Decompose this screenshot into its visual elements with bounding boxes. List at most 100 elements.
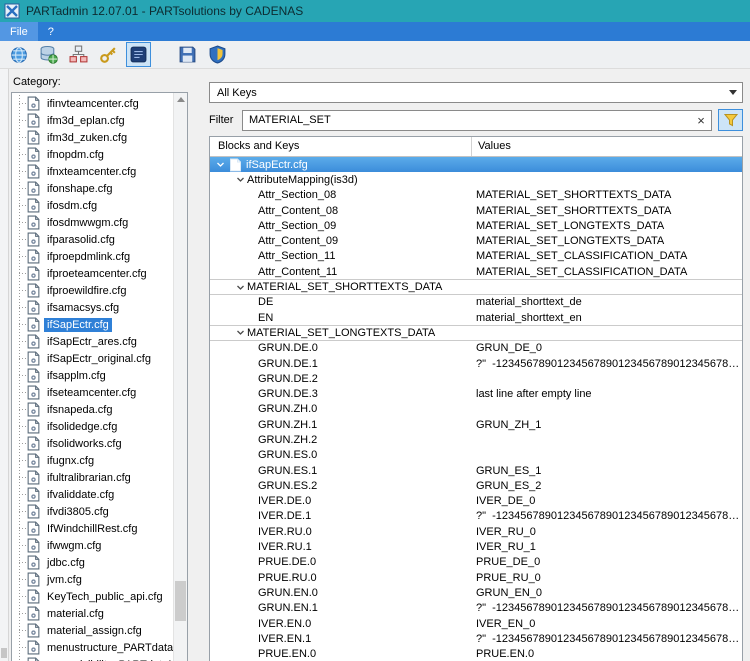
splitter-grip[interactable] [1,648,7,658]
category-item[interactable]: ifproepdmlink.cfg [12,248,173,265]
category-item[interactable]: ifsamacsys.cfg [12,299,173,316]
category-item[interactable]: KeyTech_public_api.cfg [12,588,173,605]
catalog-update-button[interactable] [66,42,91,67]
database-globe-button[interactable] [36,42,61,67]
table-row-key[interactable]: Attr_Content_09 MATERIAL_SET_LONGTEXTS_D… [210,233,742,248]
table-row-key[interactable]: Attr_Section_09 MATERIAL_SET_LONGTEXTS_D… [210,218,742,233]
category-item[interactable]: ifonshape.cfg [12,180,173,197]
table-row-section[interactable]: AttributeMapping(is3d) [210,172,742,187]
key-label: GRUN.EN.1 [258,602,318,614]
table-row-key[interactable]: PRUE.EN.0 PRUE.EN.0 [210,647,742,661]
table-row-key[interactable]: GRUN.ES.2 GRUN_ES_2 [210,478,742,493]
table-row-key[interactable]: IVER.EN.1 ?" -12345678901234567890123456… [210,631,742,646]
license-key-button[interactable] [96,42,121,67]
category-item[interactable]: IfWindchillRest.cfg [12,520,173,537]
key-value: ?" -123456789012345678901234567890123456… [472,510,742,522]
category-item[interactable]: material.cfg [12,605,173,622]
category-item[interactable]: ifSapEctr.cfg [12,316,173,333]
table-row-key[interactable]: GRUN.EN.1 ?" -12345678901234567890123456… [210,601,742,616]
table-row-key[interactable]: IVER.RU.1 IVER_RU_1 [210,539,742,554]
category-item-label: ifproewildfire.cfg [44,284,129,298]
table-row-key[interactable]: IVER.DE.0 IVER_DE_0 [210,494,742,509]
chevron-down-icon[interactable] [234,328,247,337]
apply-filter-button[interactable] [718,109,743,131]
category-item[interactable]: ifvdi3805.cfg [12,503,173,520]
table-row-key[interactable]: IVER.DE.1 ?" -12345678901234567890123456… [210,509,742,524]
scroll-up-icon[interactable] [177,97,185,102]
config-editor-panel: All Keys Filter × Blocks and Keys Values [200,76,750,661]
menubar: File ? [0,22,750,41]
filter-input[interactable] [242,110,712,131]
table-row-key[interactable]: GRUN.ZH.2 [210,432,742,447]
category-item[interactable]: ifultralibrarian.cfg [12,469,173,486]
category-item[interactable]: ifsapplm.cfg [12,367,173,384]
category-item[interactable]: ifnopdm.cfg [12,146,173,163]
category-item[interactable]: jdbc.cfg [12,554,173,571]
table-row-key[interactable]: PRUE.RU.0 PRUE_RU_0 [210,570,742,585]
online-globe-button[interactable] [6,42,31,67]
category-item[interactable]: material_assign.cfg [12,622,173,639]
table-row-key[interactable]: DE material_shorttext_de [210,295,742,310]
category-item[interactable]: ifinvteamcenter.cfg [12,95,173,112]
category-item[interactable]: ifnxteamcenter.cfg [12,163,173,180]
table-row-key[interactable]: IVER.EN.0 IVER_EN_0 [210,616,742,631]
category-item[interactable]: ifparasolid.cfg [12,231,173,248]
table-row-key[interactable]: Attr_Section_08 MATERIAL_SET_SHORTTEXTS_… [210,188,742,203]
category-item[interactable]: ifsolidedge.cfg [12,418,173,435]
table-row-key[interactable]: IVER.RU.0 IVER_RU_0 [210,524,742,539]
table-row-key[interactable]: EN material_shorttext_en [210,310,742,325]
category-item[interactable]: ifproeteamcenter.cfg [12,265,173,282]
key-value: ?" -123456789012345678901234567890123456… [472,358,742,370]
table-row-key[interactable]: GRUN.DE.3 last line after empty line [210,386,742,401]
category-item[interactable]: ifm3d_eplan.cfg [12,112,173,129]
chevron-down-icon[interactable] [234,175,247,184]
category-item[interactable]: ifwwgm.cfg [12,537,173,554]
chevron-down-icon[interactable] [214,160,227,169]
category-item[interactable]: ifugnx.cfg [12,452,173,469]
window-title: PARTadmin 12.07.01 - PARTsolutions by CA… [26,4,303,18]
table-row-section[interactable]: MATERIAL_SET_SHORTTEXTS_DATA [210,279,742,294]
category-item[interactable]: ifSapEctr_original.cfg [12,350,173,367]
category-item[interactable]: ifproewildfire.cfg [12,282,173,299]
table-row-key[interactable]: PRUE.DE.0 PRUE_DE_0 [210,555,742,570]
key-value: GRUN_DE_0 [472,342,742,354]
table-row-key[interactable]: GRUN.ES.1 GRUN_ES_1 [210,463,742,478]
column-header-values[interactable]: Values [472,137,742,156]
table-row-key[interactable]: GRUN.DE.2 [210,371,742,386]
category-item[interactable]: menustructure_PARTdataManager.cfg [12,639,173,656]
table-row-key[interactable]: GRUN.DE.0 GRUN_DE_0 [210,341,742,356]
category-item[interactable]: menuvisibility_PARTdataManager.cfg [12,656,173,661]
security-button[interactable] [205,42,230,67]
category-item[interactable]: ifseteamcenter.cfg [12,384,173,401]
menu-item-file[interactable]: File [0,22,38,41]
chevron-down-icon[interactable] [234,283,247,292]
scrollbar-thumb[interactable] [175,581,186,621]
combo-dropdown-button[interactable] [724,84,741,101]
table-row-key[interactable]: Attr_Content_11 MATERIAL_SET_CLASSIFICAT… [210,264,742,279]
category-item[interactable]: ifm3d_zuken.cfg [12,129,173,146]
category-item[interactable]: ifsnapeda.cfg [12,401,173,418]
table-row-key[interactable]: GRUN.ZH.0 [210,402,742,417]
save-button[interactable] [175,42,200,67]
table-row-key[interactable]: GRUN.EN.0 GRUN_EN_0 [210,585,742,600]
table-row-key[interactable]: Attr_Content_08 MATERIAL_SET_SHORTTEXTS_… [210,203,742,218]
table-row-key[interactable]: GRUN.DE.1 ?" -12345678901234567890123456… [210,356,742,371]
category-panel: ifinvteamcenter.cfg ifm3d_eplan.cfg ifm3… [11,92,188,661]
category-item[interactable]: ifosdmwwgm.cfg [12,214,173,231]
configuration-files-button[interactable] [126,42,151,67]
table-row-key[interactable]: Attr_Section_11 MATERIAL_SET_CLASSIFICAT… [210,249,742,264]
clear-filter-icon[interactable]: × [692,110,710,131]
table-row-key[interactable]: GRUN.ES.0 [210,448,742,463]
category-item[interactable]: ifvaliddate.cfg [12,486,173,503]
category-item[interactable]: ifosdm.cfg [12,197,173,214]
table-row-file[interactable]: ifSapEctr.cfg [210,157,742,172]
category-scrollbar[interactable] [173,93,187,661]
keys-scope-combobox[interactable]: All Keys [209,82,743,103]
column-header-blocks-and-keys[interactable]: Blocks and Keys [210,137,472,156]
table-row-key[interactable]: GRUN.ZH.1 GRUN_ZH_1 [210,417,742,432]
category-item[interactable]: jvm.cfg [12,571,173,588]
table-row-section[interactable]: MATERIAL_SET_LONGTEXTS_DATA [210,325,742,340]
category-item[interactable]: ifSapEctr_ares.cfg [12,333,173,350]
menu-item-help[interactable]: ? [38,22,64,41]
category-item[interactable]: ifsolidworks.cfg [12,435,173,452]
